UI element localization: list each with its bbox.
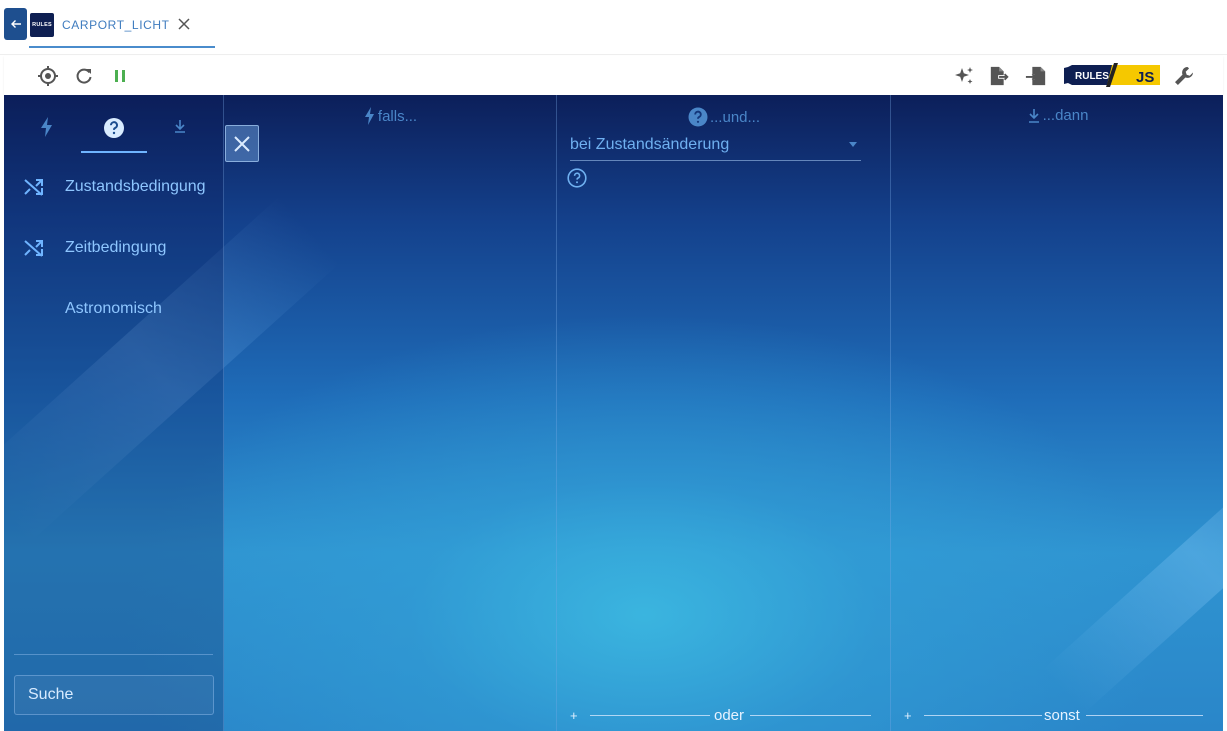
arrow-left-icon <box>10 20 21 28</box>
rules-js-logo: RULES JS <box>1062 63 1160 87</box>
tab-triggers[interactable] <box>14 117 80 153</box>
triggers-header: falls... <box>225 107 556 125</box>
add-or-button[interactable]: + <box>570 708 578 723</box>
actions-column: ...dann + sonst <box>892 95 1223 731</box>
sidebar-item-astronomisch[interactable]: Astronomisch <box>22 294 222 324</box>
add-else-button[interactable]: + <box>904 708 912 723</box>
conditions-header: ...und... <box>558 107 890 127</box>
sparkle-icon <box>955 67 973 84</box>
or-label: oder <box>714 707 745 724</box>
pause-button[interactable] <box>109 65 131 87</box>
question-icon <box>688 107 708 127</box>
rule-editor: Zustandsbedingung Zeitbedingung Astronom… <box>4 95 1223 731</box>
else-label: sonst <box>1044 707 1080 724</box>
question-icon <box>104 118 124 138</box>
triggers-title: falls... <box>377 107 418 125</box>
condition-mode-value: bei Zustandsänderung <box>570 136 730 153</box>
tab-conditions[interactable] <box>81 117 147 153</box>
app-window: RULES CARPORT_LICHT RULES JS Zustandsbed… <box>0 0 1227 731</box>
refresh-icon <box>76 68 92 84</box>
logo-rules-text: RULES <box>1075 71 1109 82</box>
moon-icon <box>22 297 46 321</box>
sidebar-item-label: Zeitbedingung <box>65 239 167 256</box>
conditions-column: ...und... bei Zustandsänderung + oder <box>558 95 891 731</box>
target-button[interactable] <box>37 65 59 87</box>
or-bar: + oder <box>558 707 890 724</box>
sidebar-item-label: Astronomisch <box>65 300 162 317</box>
tab-actions[interactable] <box>147 117 213 153</box>
help-icon[interactable] <box>567 168 587 188</box>
close-tab-icon[interactable] <box>177 17 191 31</box>
toolbar: RULES JS <box>4 56 1223 95</box>
shuffle-icon <box>22 236 46 260</box>
tab-label: CARPORT_LICHT <box>62 18 170 32</box>
else-bar: + sonst <box>892 707 1223 724</box>
settings-button[interactable] <box>1173 65 1195 87</box>
file-export-icon <box>990 66 1009 86</box>
tab-carport-licht[interactable]: RULES CARPORT_LICHT <box>29 10 215 48</box>
condition-mode-select[interactable]: bei Zustandsänderung <box>570 135 861 161</box>
sidebar-divider <box>14 654 213 655</box>
pause-icon <box>115 70 125 82</box>
wrench-icon <box>1175 67 1193 85</box>
actions-header: ...dann <box>892 107 1223 124</box>
search-box <box>14 675 214 715</box>
crosshair-icon <box>38 66 58 86</box>
rules-logo-icon: RULES <box>30 13 54 37</box>
reload-button[interactable] <box>73 65 95 87</box>
sidebar-item-zustandsbedingung[interactable]: Zustandsbedingung <box>22 172 222 202</box>
import-button[interactable] <box>1025 65 1047 87</box>
file-import-icon <box>1025 66 1046 86</box>
shuffle-icon <box>22 175 46 199</box>
sidebar: Zustandsbedingung Zeitbedingung Astronom… <box>4 95 224 731</box>
bolt-icon <box>364 107 376 125</box>
sidebar-item-zeitbedingung[interactable]: Zeitbedingung <box>22 233 222 263</box>
export-button[interactable] <box>989 65 1011 87</box>
arrow-down-icon <box>175 120 185 133</box>
tab-bar: RULES CARPORT_LICHT <box>0 0 1227 55</box>
actions-title: ...dann <box>1042 107 1089 124</box>
arrow-down-icon <box>1027 108 1041 124</box>
chevron-down-icon <box>849 142 857 147</box>
triggers-column: falls... <box>225 95 557 731</box>
ai-sparkle-button[interactable] <box>953 65 975 87</box>
search-input[interactable] <box>15 676 213 714</box>
logo-js-text: JS <box>1136 69 1154 86</box>
conditions-title: ...und... <box>709 108 761 126</box>
bolt-icon <box>41 117 52 137</box>
sidebar-item-label: Zustandsbedingung <box>65 178 206 195</box>
back-button[interactable] <box>4 8 27 40</box>
